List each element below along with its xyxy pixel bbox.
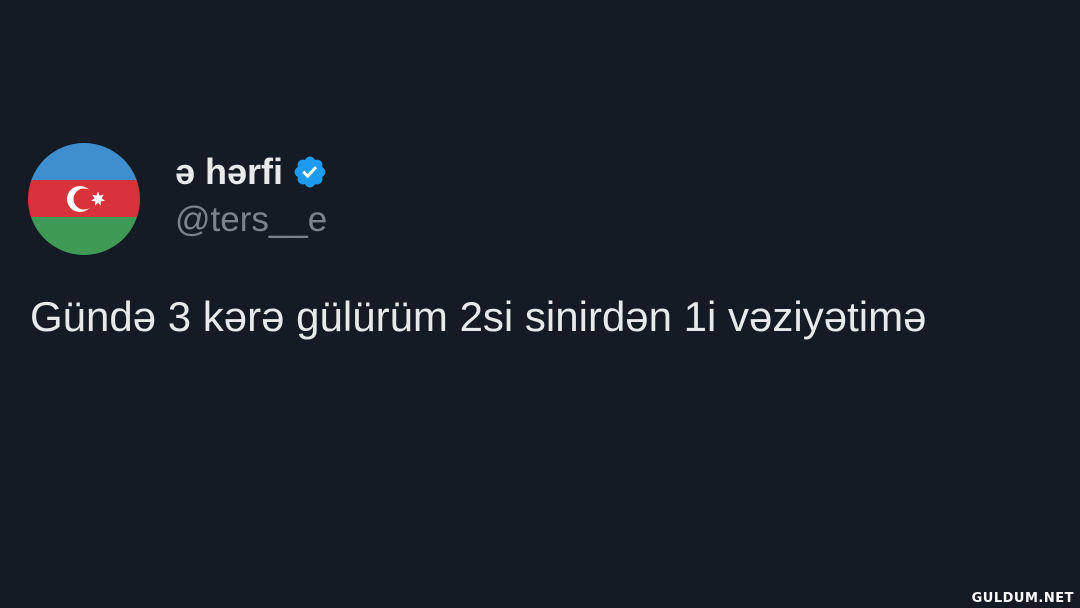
tweet-card: ə hərfi @ters__e Gündə 3 kərə gülürüm 2s… bbox=[0, 0, 1080, 608]
watermark: GULDUM.NET bbox=[971, 591, 1074, 606]
verified-badge-icon bbox=[292, 154, 328, 190]
azerbaijan-flag-icon bbox=[28, 143, 140, 255]
tweet-text: Gündə 3 kərə gülürüm 2si sinirdən 1i vəz… bbox=[30, 293, 927, 340]
avatar[interactable] bbox=[28, 143, 140, 255]
author-block: ə hərfi @ters__e bbox=[175, 150, 328, 242]
display-name[interactable]: ə hərfi bbox=[175, 150, 283, 194]
user-handle[interactable]: @ters__e bbox=[175, 198, 328, 242]
display-name-row: ə hərfi bbox=[175, 150, 328, 194]
